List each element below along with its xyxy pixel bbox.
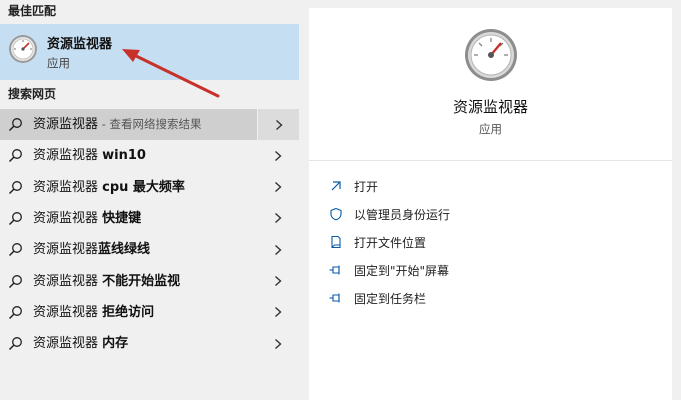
resource-monitor-icon [465,29,517,81]
web-search-result-text: 资源监视器 win10 [33,140,146,171]
expand-result-button[interactable] [257,297,299,328]
best-match-item[interactable]: 资源监视器 应用 [0,24,299,80]
action-run-as-admin[interactable]: 以管理员身份运行 [329,204,450,224]
chevron-right-icon [275,213,282,224]
web-search-result-text: 资源监视器 cpu 最大频率 [33,172,185,203]
action-open-label: 打开 [354,179,379,194]
result-suggestion: 不能开始监视 [102,273,181,289]
expand-result-button[interactable] [257,109,299,140]
web-search-result-row[interactable]: 资源监视器 不能开始监视 [0,266,299,297]
result-suggestion: cpu 最大频率 [102,179,185,195]
expand-result-button[interactable] [257,234,299,265]
result-suggestion: 拒绝访问 [102,304,155,320]
action-open-file-location[interactable]: 打开文件位置 [329,232,426,252]
web-search-result-row[interactable]: 资源监视器 win10 [0,140,299,171]
web-search-result-row[interactable]: 资源监视器 拒绝访问 [0,297,299,328]
result-suggestion: 快捷键 [102,210,142,226]
result-query: 资源监视器 [33,273,103,289]
detail-divider [309,160,672,161]
chevron-right-icon [275,275,282,287]
web-search-result-row[interactable]: 资源监视器 快捷键 [0,203,299,234]
pin-icon [329,293,340,303]
web-search-result-text: 资源监视器 拒绝访问 [33,297,154,328]
web-search-result-text: 资源监视器 - 查看网络搜索结果 [33,109,201,140]
action-open-file-location-label: 打开文件位置 [354,235,427,250]
search-icon [8,243,22,257]
action-pin-to-start-label: 固定到"开始"屏幕 [354,263,450,278]
result-query: 资源监视器 [33,336,103,352]
result-query: 资源监视器 [33,304,103,320]
open-icon [331,181,341,191]
action-open[interactable]: 打开 [329,176,378,196]
result-query: 资源监视器 [33,117,99,132]
chevron-right-icon [275,307,282,318]
action-pin-to-taskbar-label: 固定到任务栏 [354,291,427,306]
file-location-icon [331,235,341,249]
chevron-right-icon [275,150,282,161]
best-match-name: 资源监视器 [47,37,113,52]
web-search-result-row[interactable]: 资源监视器蓝线绿线 [0,234,299,265]
web-search-result-text: 资源监视器 快捷键 [33,203,141,234]
expand-result-button[interactable] [257,203,299,234]
web-search-result-text: 资源监视器 内存 [33,328,128,359]
result-suggestion: 内存 [102,336,129,352]
result-suggestion: 蓝线绿线 [98,242,151,258]
expand-result-button[interactable] [257,172,299,203]
search-icon [8,305,22,319]
chevron-right-icon [275,244,282,255]
pin-icon [329,265,340,275]
result-query: 资源监视器 [33,179,103,195]
search-results-panel: 最佳匹配 资源监视器 应用 搜索网页 资源监视器 - 查看网络搜索结果 资源监视器… [0,0,299,400]
best-match-type: 应用 [47,56,70,70]
expand-result-button[interactable] [257,328,299,359]
chevron-right-icon [275,119,283,130]
web-search-result-row[interactable]: 资源监视器 cpu 最大频率 [0,172,299,203]
detail-app-name: 资源监视器 [452,98,528,116]
search-icon [8,274,22,288]
expand-result-button[interactable] [257,266,299,297]
result-query: 资源监视器 [33,148,103,164]
chevron-right-icon [275,182,282,193]
expand-result-button[interactable] [257,140,299,171]
result-query: 资源监视器 [33,242,99,258]
action-pin-to-taskbar[interactable]: 固定到任务栏 [329,288,426,308]
detail-app-type: 应用 [479,122,502,136]
action-pin-to-start[interactable]: 固定到"开始"屏幕 [329,260,449,280]
web-search-result-row[interactable]: 资源监视器 - 查看网络搜索结果 [0,109,299,140]
detail-panel: 资源监视器 应用 打开 以管理员身份运行 打开文件位置 固定到"开始"屏幕 固定… [309,8,672,400]
web-search-title: 搜索网页 [8,87,57,101]
search-icon [8,118,22,132]
web-search-result-text: 资源监视器蓝线绿线 [33,234,150,265]
search-icon [8,149,22,163]
chevron-right-icon [275,338,282,349]
resource-monitor-icon [9,35,37,63]
result-suggestion: win10 [102,148,146,164]
web-search-result-text: 资源监视器 不能开始监视 [33,266,180,297]
result-query: 资源监视器 [33,210,103,226]
best-match-title: 最佳匹配 [8,4,57,18]
search-icon [8,211,22,225]
search-icon [8,180,22,194]
web-search-result-row[interactable]: 资源监视器 内存 [0,328,299,359]
search-icon [8,337,22,351]
action-run-as-admin-label: 以管理员身份运行 [354,207,451,222]
shield-icon [330,207,342,221]
result-subtitle: - 查看网络搜索结果 [98,117,202,131]
